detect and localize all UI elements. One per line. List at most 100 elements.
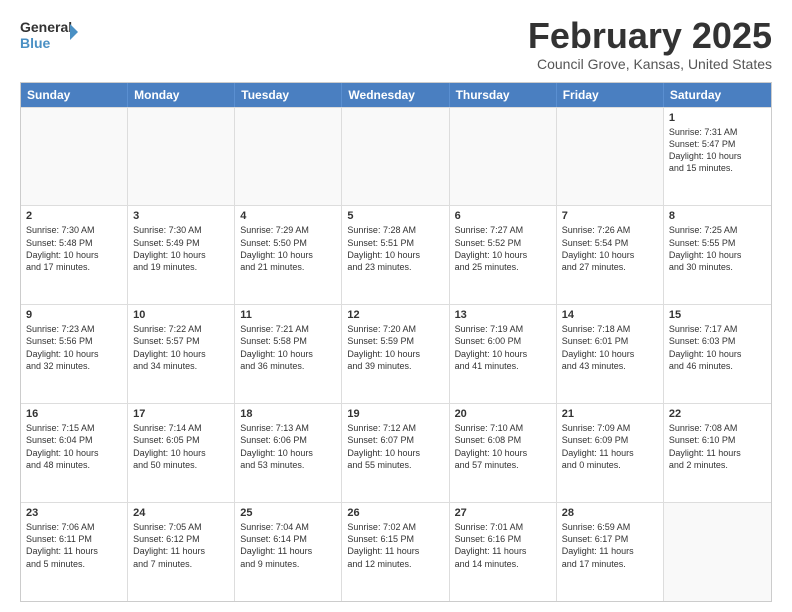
calendar-cell: 19 Sunrise: 7:12 AM Sunset: 6:07 PM Dayli… xyxy=(342,404,449,502)
calendar: SundayMondayTuesdayWednesdayThursdayFrid… xyxy=(20,82,772,602)
calendar-cell: 9Sunrise: 7:23 AM Sunset: 5:56 PM Daylig… xyxy=(21,305,128,403)
day-number: 24 xyxy=(133,507,229,519)
logo: GeneralBlue xyxy=(20,16,80,52)
cell-text: Sunrise: 7:08 AM Sunset: 6:10 PM Dayligh… xyxy=(669,422,766,471)
cell-text: Sunrise: 7:21 AM Sunset: 5:58 PM Dayligh… xyxy=(240,323,336,372)
day-number: 21 xyxy=(562,408,658,420)
day-number: 7 xyxy=(562,210,658,222)
calendar-cell xyxy=(128,108,235,206)
calendar-header-cell: Monday xyxy=(128,83,235,107)
cell-text: Sunrise: 6:59 AM Sunset: 6:17 PM Dayligh… xyxy=(562,521,658,570)
calendar-cell: 20 Sunrise: 7:10 AM Sunset: 6:08 PM Dayli… xyxy=(450,404,557,502)
calendar-cell: 3 Sunrise: 7:30 AM Sunset: 5:49 PM Daylig… xyxy=(128,206,235,304)
cell-text: Sunrise: 7:10 AM Sunset: 6:08 PM Dayligh… xyxy=(455,422,551,471)
cell-text: Sunrise: 7:25 AM Sunset: 5:55 PM Dayligh… xyxy=(669,224,766,273)
cell-text: Sunrise: 7:06 AM Sunset: 6:11 PM Dayligh… xyxy=(26,521,122,570)
calendar-cell xyxy=(21,108,128,206)
calendar-cell: 15 Sunrise: 7:17 AM Sunset: 6:03 PM Dayli… xyxy=(664,305,771,403)
cell-text: Sunrise: 7:15 AM Sunset: 6:04 PM Dayligh… xyxy=(26,422,122,471)
day-number: 28 xyxy=(562,507,658,519)
cell-text: Sunrise: 7:18 AM Sunset: 6:01 PM Dayligh… xyxy=(562,323,658,372)
cell-text: Sunrise: 7:30 AM Sunset: 5:48 PM Dayligh… xyxy=(26,224,122,273)
svg-text:General: General xyxy=(20,19,72,35)
day-number: 9 xyxy=(26,309,122,321)
cell-text: Sunrise: 7:26 AM Sunset: 5:54 PM Dayligh… xyxy=(562,224,658,273)
cell-text: Sunrise: 7:13 AM Sunset: 6:06 PM Dayligh… xyxy=(240,422,336,471)
calendar-cell: 12 Sunrise: 7:20 AM Sunset: 5:59 PM Dayli… xyxy=(342,305,449,403)
day-number: 19 xyxy=(347,408,443,420)
day-number: 10 xyxy=(133,309,229,321)
calendar-header-cell: Friday xyxy=(557,83,664,107)
calendar-cell: 1 Sunrise: 7:31 AM Sunset: 5:47 PM Daylig… xyxy=(664,108,771,206)
calendar-row: 16 Sunrise: 7:15 AM Sunset: 6:04 PM Dayli… xyxy=(21,403,771,502)
calendar-cell: 18 Sunrise: 7:13 AM Sunset: 6:06 PM Dayli… xyxy=(235,404,342,502)
logo-icon: GeneralBlue xyxy=(20,16,80,52)
calendar-cell xyxy=(664,503,771,601)
cell-text: Sunrise: 7:22 AM Sunset: 5:57 PM Dayligh… xyxy=(133,323,229,372)
location-title: Council Grove, Kansas, United States xyxy=(528,56,772,72)
day-number: 14 xyxy=(562,309,658,321)
calendar-cell: 8 Sunrise: 7:25 AM Sunset: 5:55 PM Daylig… xyxy=(664,206,771,304)
cell-text: Sunrise: 7:20 AM Sunset: 5:59 PM Dayligh… xyxy=(347,323,443,372)
calendar-cell xyxy=(342,108,449,206)
day-number: 23 xyxy=(26,507,122,519)
calendar-cell: 25 Sunrise: 7:04 AM Sunset: 6:14 PM Dayli… xyxy=(235,503,342,601)
calendar-row: 9Sunrise: 7:23 AM Sunset: 5:56 PM Daylig… xyxy=(21,304,771,403)
calendar-cell: 2 Sunrise: 7:30 AM Sunset: 5:48 PM Daylig… xyxy=(21,206,128,304)
calendar-cell: 22Sunrise: 7:08 AM Sunset: 6:10 PM Dayli… xyxy=(664,404,771,502)
calendar-header-cell: Thursday xyxy=(450,83,557,107)
day-number: 15 xyxy=(669,309,766,321)
cell-text: Sunrise: 7:27 AM Sunset: 5:52 PM Dayligh… xyxy=(455,224,551,273)
cell-text: Sunrise: 7:30 AM Sunset: 5:49 PM Dayligh… xyxy=(133,224,229,273)
calendar-row: 23 Sunrise: 7:06 AM Sunset: 6:11 PM Dayli… xyxy=(21,502,771,601)
page-header: GeneralBlue February 2025 Council Grove,… xyxy=(20,16,772,72)
cell-text: Sunrise: 7:31 AM Sunset: 5:47 PM Dayligh… xyxy=(669,126,766,175)
day-number: 20 xyxy=(455,408,551,420)
calendar-cell: 7 Sunrise: 7:26 AM Sunset: 5:54 PM Daylig… xyxy=(557,206,664,304)
calendar-body: 1 Sunrise: 7:31 AM Sunset: 5:47 PM Daylig… xyxy=(21,107,771,601)
calendar-cell: 16 Sunrise: 7:15 AM Sunset: 6:04 PM Dayli… xyxy=(21,404,128,502)
day-number: 16 xyxy=(26,408,122,420)
cell-text: Sunrise: 7:01 AM Sunset: 6:16 PM Dayligh… xyxy=(455,521,551,570)
day-number: 18 xyxy=(240,408,336,420)
calendar-cell: 6 Sunrise: 7:27 AM Sunset: 5:52 PM Daylig… xyxy=(450,206,557,304)
calendar-header: SundayMondayTuesdayWednesdayThursdayFrid… xyxy=(21,83,771,107)
cell-text: Sunrise: 7:12 AM Sunset: 6:07 PM Dayligh… xyxy=(347,422,443,471)
day-number: 3 xyxy=(133,210,229,222)
day-number: 4 xyxy=(240,210,336,222)
day-number: 8 xyxy=(669,210,766,222)
calendar-header-cell: Wednesday xyxy=(342,83,449,107)
calendar-row: 1 Sunrise: 7:31 AM Sunset: 5:47 PM Daylig… xyxy=(21,107,771,206)
calendar-cell: 17Sunrise: 7:14 AM Sunset: 6:05 PM Dayli… xyxy=(128,404,235,502)
cell-text: Sunrise: 7:02 AM Sunset: 6:15 PM Dayligh… xyxy=(347,521,443,570)
day-number: 27 xyxy=(455,507,551,519)
calendar-cell: 23 Sunrise: 7:06 AM Sunset: 6:11 PM Dayli… xyxy=(21,503,128,601)
calendar-cell: 27 Sunrise: 7:01 AM Sunset: 6:16 PM Dayli… xyxy=(450,503,557,601)
calendar-cell: 14 Sunrise: 7:18 AM Sunset: 6:01 PM Dayli… xyxy=(557,305,664,403)
calendar-header-cell: Tuesday xyxy=(235,83,342,107)
day-number: 12 xyxy=(347,309,443,321)
svg-text:Blue: Blue xyxy=(20,35,51,51)
day-number: 2 xyxy=(26,210,122,222)
cell-text: Sunrise: 7:05 AM Sunset: 6:12 PM Dayligh… xyxy=(133,521,229,570)
day-number: 1 xyxy=(669,112,766,124)
month-title: February 2025 xyxy=(528,16,772,56)
calendar-cell: 28 Sunrise: 6:59 AM Sunset: 6:17 PM Dayli… xyxy=(557,503,664,601)
day-number: 6 xyxy=(455,210,551,222)
cell-text: Sunrise: 7:04 AM Sunset: 6:14 PM Dayligh… xyxy=(240,521,336,570)
cell-text: Sunrise: 7:17 AM Sunset: 6:03 PM Dayligh… xyxy=(669,323,766,372)
calendar-cell: 4Sunrise: 7:29 AM Sunset: 5:50 PM Daylig… xyxy=(235,206,342,304)
calendar-cell xyxy=(450,108,557,206)
cell-text: Sunrise: 7:28 AM Sunset: 5:51 PM Dayligh… xyxy=(347,224,443,273)
calendar-row: 2 Sunrise: 7:30 AM Sunset: 5:48 PM Daylig… xyxy=(21,205,771,304)
day-number: 13 xyxy=(455,309,551,321)
day-number: 25 xyxy=(240,507,336,519)
calendar-cell: 5 Sunrise: 7:28 AM Sunset: 5:51 PM Daylig… xyxy=(342,206,449,304)
calendar-cell xyxy=(557,108,664,206)
day-number: 11 xyxy=(240,309,336,321)
day-number: 5 xyxy=(347,210,443,222)
cell-text: Sunrise: 7:14 AM Sunset: 6:05 PM Dayligh… xyxy=(133,422,229,471)
calendar-cell xyxy=(235,108,342,206)
calendar-cell: 26 Sunrise: 7:02 AM Sunset: 6:15 PM Dayli… xyxy=(342,503,449,601)
day-number: 26 xyxy=(347,507,443,519)
